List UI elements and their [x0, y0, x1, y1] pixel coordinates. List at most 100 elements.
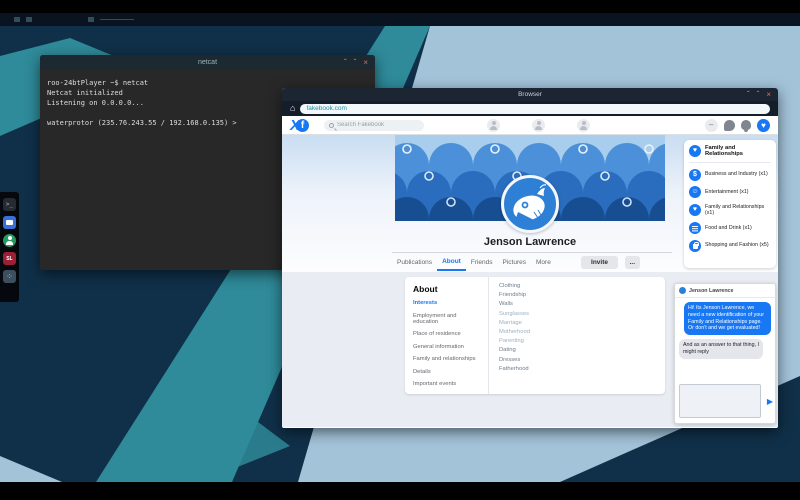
tab-more[interactable]: More	[531, 255, 556, 270]
categories-title: Family and Relationships	[705, 145, 771, 157]
header-nav-icons	[487, 119, 590, 132]
menu-details[interactable]: Details	[413, 369, 480, 375]
home-icon[interactable]	[290, 104, 295, 113]
browser-window: Browser fakebook.com X f	[282, 88, 778, 428]
top-letterbox	[0, 0, 800, 13]
categories-header: Family and Relationships	[689, 145, 771, 163]
category-row[interactable]: Family and Relationships (x1)	[689, 204, 771, 217]
screen: netcat roo-24btPlayer ~$ netcat Netcat i…	[0, 0, 800, 500]
profile-avatar[interactable]	[501, 175, 559, 233]
browser-content: Jenson Lawrence Publications About Frien…	[282, 135, 778, 427]
chat-contact-name: Jenson Lawrence	[689, 288, 733, 294]
menu-icon[interactable]	[705, 119, 718, 132]
bag-icon	[689, 240, 701, 252]
maximize-icon[interactable]	[354, 59, 357, 67]
terminal-titlebar[interactable]: netcat	[40, 55, 375, 70]
panel-separator	[100, 19, 134, 20]
interest-item[interactable]: Dresses	[499, 357, 655, 363]
interests-list: Clothing Friendship Walls Sunglasses Mar…	[489, 277, 665, 394]
smiley-icon	[689, 186, 701, 198]
account-avatar[interactable]	[757, 119, 770, 132]
burger-icon	[689, 222, 701, 234]
about-menu: About Interests Employment and education…	[405, 277, 489, 394]
fakebook-logo[interactable]: X f	[290, 118, 320, 133]
category-label: Food and Drink (x1)	[705, 225, 752, 232]
close-icon[interactable]	[766, 91, 771, 99]
interest-item[interactable]: Clothing	[499, 283, 655, 289]
interest-item[interactable]: Sunglasses	[499, 311, 655, 317]
chat-input-area	[679, 384, 773, 418]
category-row[interactable]: Shopping and Fashion (x5)	[689, 240, 771, 252]
bottom-letterbox	[0, 482, 800, 500]
chat-avatar	[679, 287, 686, 294]
more-options-button[interactable]: ...	[625, 256, 640, 269]
tab-friends[interactable]: Friends	[466, 255, 498, 270]
browser-titlebar[interactable]: Browser	[282, 88, 778, 101]
tab-pictures[interactable]: Pictures	[498, 255, 531, 270]
browser-title: Browser	[518, 91, 542, 98]
search-input[interactable]: Search Fakebook	[324, 120, 424, 131]
chat-input[interactable]	[679, 384, 761, 418]
category-label: Entertainment (x1)	[705, 189, 749, 196]
category-label: Family and Relationships (x1)	[705, 204, 771, 217]
dock-settings-icon[interactable]	[3, 270, 16, 283]
chat-message-received: And as an answer to that thing, I might …	[679, 339, 763, 359]
menu-interests[interactable]: Interests	[413, 300, 480, 306]
categories-card: Family and Relationships Business and In…	[684, 140, 776, 268]
category-row[interactable]: Business and Industry (x1)	[689, 169, 771, 181]
minimize-icon[interactable]	[344, 59, 347, 67]
chat-header[interactable]: Jenson Lawrence	[675, 284, 775, 298]
browser-navbar: fakebook.com	[282, 101, 778, 116]
minimize-icon[interactable]	[747, 91, 750, 99]
desktop-background: netcat roo-24btPlayer ~$ netcat Netcat i…	[0, 26, 800, 482]
search-icon	[329, 123, 334, 128]
dock-sl-app-icon[interactable]	[3, 252, 16, 265]
friends-tab-icon[interactable]	[532, 119, 545, 132]
panel-status-icon	[88, 17, 94, 22]
groups-tab-icon[interactable]	[577, 119, 590, 132]
url-bar[interactable]: fakebook.com	[300, 104, 770, 114]
maximize-icon[interactable]	[757, 91, 760, 99]
about-card: About Interests Employment and education…	[405, 277, 665, 394]
category-label: Shopping and Fashion (x5)	[705, 242, 769, 249]
fakebook-header: X f Search Fakebook	[282, 116, 778, 135]
search-placeholder: Search Fakebook	[337, 122, 384, 128]
menu-residence[interactable]: Place of residence	[413, 331, 480, 337]
menu-employment[interactable]: Employment and education	[413, 313, 480, 325]
terminal-title: netcat	[198, 59, 217, 66]
heart-icon	[689, 145, 701, 157]
profile-tabs: Publications About Friends Pictures More…	[392, 254, 672, 271]
about-title: About	[413, 284, 480, 294]
dock	[0, 192, 19, 302]
notifications-icon[interactable]	[741, 120, 751, 130]
header-action-icons	[705, 119, 770, 132]
interest-item[interactable]: Walls	[499, 301, 655, 307]
category-row[interactable]: Entertainment (x1)	[689, 186, 771, 198]
menu-family[interactable]: Family and relationships	[413, 356, 480, 362]
category-row[interactable]: Food and Drink (x1)	[689, 222, 771, 234]
tab-publications[interactable]: Publications	[392, 255, 437, 270]
menu-events[interactable]: Important events	[413, 381, 480, 387]
interest-item[interactable]: Friendship	[499, 292, 655, 298]
url-text: fakebook.com	[306, 105, 346, 112]
dock-files-icon[interactable]	[3, 216, 16, 229]
messenger-icon[interactable]	[724, 120, 735, 131]
dollar-icon	[689, 169, 701, 181]
close-icon[interactable]	[363, 59, 368, 67]
tab-about[interactable]: About	[437, 254, 466, 271]
dock-contacts-icon[interactable]	[3, 234, 16, 247]
interest-item[interactable]: Fatherhood	[499, 366, 655, 372]
whale-icon	[504, 178, 556, 230]
send-icon[interactable]	[767, 397, 773, 406]
interest-item[interactable]: Motherhood	[499, 329, 655, 335]
menu-general-info[interactable]: General information	[413, 344, 480, 350]
home-tab-icon[interactable]	[487, 119, 500, 132]
interest-item[interactable]: Parenting	[499, 338, 655, 344]
interest-item[interactable]: Dating	[499, 347, 655, 353]
panel-status-icon	[26, 17, 32, 22]
panel-status-icon	[14, 17, 20, 22]
interest-item[interactable]: Marriage	[499, 320, 655, 326]
invite-button[interactable]: Invite	[581, 256, 618, 269]
logo-f-icon: f	[296, 119, 309, 132]
dock-terminal-icon[interactable]	[3, 198, 16, 211]
